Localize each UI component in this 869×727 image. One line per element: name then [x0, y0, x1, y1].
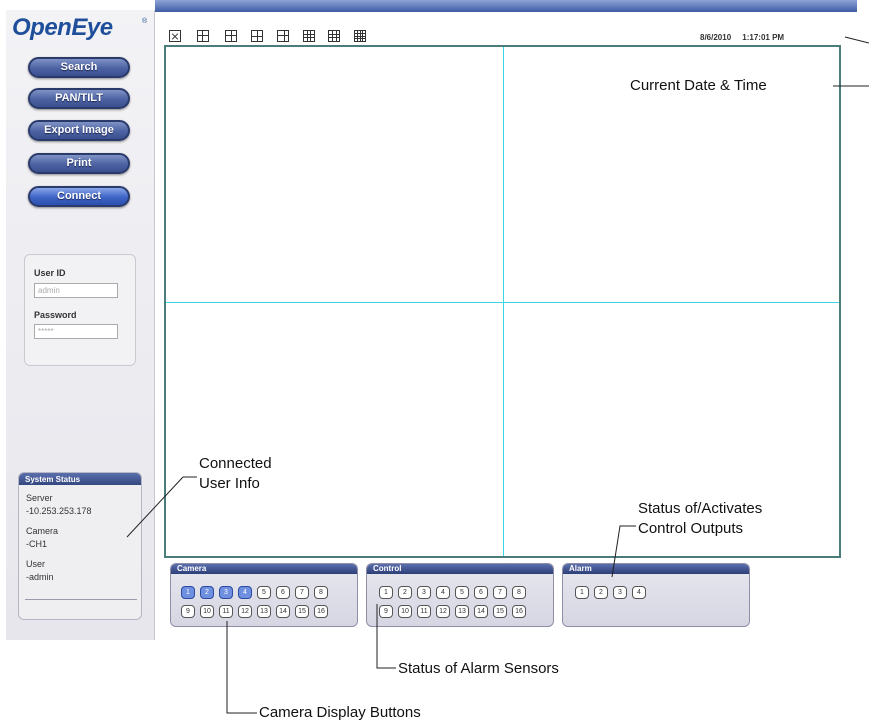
sidebar: OpenEye ® Search PAN/TILT Export Image P… [6, 10, 155, 640]
control-12-button[interactable]: 12 [436, 605, 450, 618]
camera-11-button[interactable]: 11 [219, 605, 233, 618]
status-divider [25, 599, 137, 600]
camera-9-button[interactable]: 9 [181, 605, 195, 618]
alarm-3-button[interactable]: 3 [613, 586, 627, 599]
control-2-button[interactable]: 2 [398, 586, 412, 599]
user-label: User [26, 559, 46, 569]
camera-12-button[interactable]: 12 [238, 605, 252, 618]
camera-15-button[interactable]: 15 [295, 605, 309, 618]
openeye-logo: OpenEye [12, 14, 113, 41]
login-panel: User ID admin Password ***** [24, 254, 136, 366]
control-16-button[interactable]: 16 [512, 605, 526, 618]
control-panel: Control 1 2 3 4 5 6 7 8 9 10 11 12 13 14 15 16 [366, 563, 554, 627]
callout-user-info-line2: User Info [199, 475, 260, 492]
control-11-button[interactable]: 11 [417, 605, 431, 618]
password-input[interactable]: ***** [34, 324, 118, 339]
registered-mark: ® [142, 18, 148, 25]
camera-panel-title: Camera [171, 564, 357, 574]
callout-user-info-line1: Connected [199, 455, 272, 472]
control-15-button[interactable]: 15 [493, 605, 507, 618]
password-label: Password [34, 310, 77, 320]
camera-7-button[interactable]: 7 [295, 586, 309, 599]
alarm-4-button[interactable]: 4 [632, 586, 646, 599]
layout-quad-icon[interactable] [225, 30, 237, 42]
video-display-area[interactable] [164, 45, 841, 558]
camera-4-button[interactable]: 4 [238, 586, 252, 599]
callout-camera-buttons: Camera Display Buttons [259, 704, 421, 721]
system-status-title: System Status [19, 473, 141, 485]
camera-3-button[interactable]: 3 [219, 586, 233, 599]
control-9-button[interactable]: 9 [379, 605, 393, 618]
camera-label: Camera [26, 526, 59, 536]
camera-2-button[interactable]: 2 [200, 586, 214, 599]
title-bar [155, 0, 857, 12]
print-button[interactable]: Print [28, 153, 130, 174]
pan-tilt-button[interactable]: PAN/TILT [28, 88, 130, 109]
user-id-input[interactable]: admin [34, 283, 118, 298]
camera-14-button[interactable]: 14 [276, 605, 290, 618]
camera-panel: Camera 1 2 3 4 5 6 7 8 9 10 11 12 13 14 15 16 [170, 563, 358, 627]
control-6-button[interactable]: 6 [474, 586, 488, 599]
alarm-2-button[interactable]: 2 [594, 586, 608, 599]
server-value: -10.253.253.178 [26, 506, 92, 516]
control-1-button[interactable]: 1 [379, 586, 393, 599]
layout-1plus-icon[interactable] [197, 30, 209, 42]
layout-9-icon[interactable] [303, 30, 315, 42]
layout-16-icon[interactable] [354, 30, 366, 42]
camera-13-button[interactable]: 13 [257, 605, 271, 618]
user-id-label: User ID [34, 268, 66, 278]
callout-date-time: Current Date & Time [630, 77, 767, 94]
video-channel-1[interactable] [166, 47, 503, 302]
alarm-panel-title: Alarm [563, 564, 749, 574]
control-3-button[interactable]: 3 [417, 586, 431, 599]
alarm-1-button[interactable]: 1 [575, 586, 589, 599]
camera-8-button[interactable]: 8 [314, 586, 328, 599]
datetime-display: 8/6/2010 1:17:01 PM [700, 33, 860, 42]
export-image-button[interactable]: Export Image [28, 120, 130, 141]
callout-alarm-sensors: Status of Alarm Sensors [398, 660, 559, 677]
control-7-button[interactable]: 7 [493, 586, 507, 599]
camera-10-button[interactable]: 10 [200, 605, 214, 618]
camera-5-button[interactable]: 5 [257, 586, 271, 599]
alarm-panel: Alarm 1234 [562, 563, 750, 627]
fullscreen-layout-icon[interactable] [169, 30, 181, 42]
control-8-button[interactable]: 8 [512, 586, 526, 599]
layout-8-icon[interactable] [277, 30, 289, 42]
search-button[interactable]: Search [28, 57, 130, 78]
layout-6-icon[interactable] [251, 30, 263, 42]
layout-10-icon[interactable] [328, 30, 340, 42]
control-13-button[interactable]: 13 [455, 605, 469, 618]
control-4-button[interactable]: 4 [436, 586, 450, 599]
control-5-button[interactable]: 5 [455, 586, 469, 599]
camera-1-button[interactable]: 1 [181, 586, 195, 599]
server-label: Server [26, 493, 53, 503]
camera-16-button[interactable]: 16 [314, 605, 328, 618]
callout-outputs-line2: Control Outputs [638, 520, 744, 537]
video-channel-3[interactable] [166, 303, 503, 558]
control-10-button[interactable]: 10 [398, 605, 412, 618]
user-value: -admin [26, 572, 54, 582]
connect-button[interactable]: Connect [28, 186, 130, 207]
camera-6-button[interactable]: 6 [276, 586, 290, 599]
system-status-panel: System Status Server -10.253.253.178 Cam… [18, 472, 142, 620]
date-text: 8/6/2010 [700, 33, 732, 42]
control-panel-title: Control [367, 564, 553, 574]
camera-value: -CH1 [26, 539, 48, 549]
control-14-button[interactable]: 14 [474, 605, 488, 618]
layout-toolbar [165, 30, 395, 45]
callout-outputs-line1: Status of/Activates [638, 500, 763, 517]
time-text: 1:17:01 PM [742, 33, 785, 42]
